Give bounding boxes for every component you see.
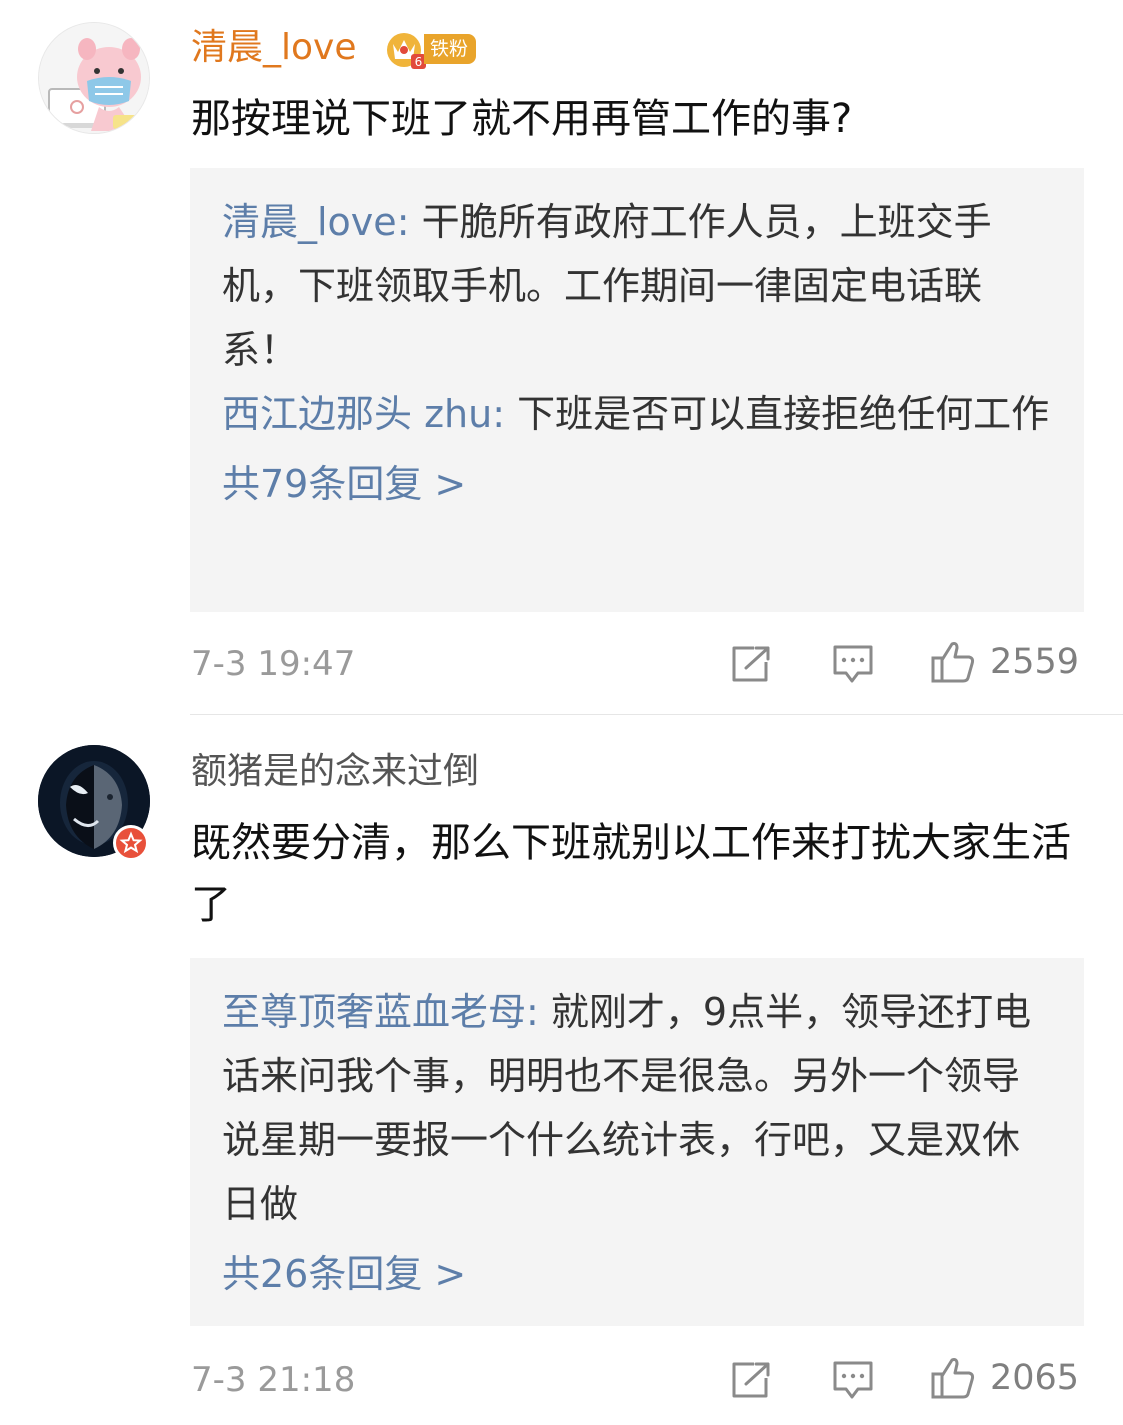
share-button[interactable] [730, 1358, 774, 1402]
share-icon [732, 1362, 770, 1398]
reply-username[interactable]: 至尊顶奢蓝血老母 [222, 990, 526, 1034]
reply-username[interactable]: 西江边那头 zhu [222, 392, 492, 436]
verified-badge [113, 825, 149, 861]
fan-badge-label: 铁粉 [424, 34, 477, 64]
fan-badge[interactable]: 6 铁粉 [384, 28, 477, 70]
crown-icon: 6 [387, 33, 426, 69]
thumbs-up-icon [931, 1358, 975, 1399]
reply-box[interactable]: 清晨_love: 干脆所有政府工作人员，上班交手机，下班领取手机。工作期间一律固… [190, 168, 1084, 612]
timestamp: 7-3 19:47 [191, 644, 356, 684]
like-button[interactable]: 2065 [930, 1356, 1079, 1400]
more-replies-link[interactable]: 共26条回复 > [222, 1242, 1052, 1306]
thumbs-up-icon [931, 642, 975, 683]
badge-level: 6 [415, 55, 423, 69]
share-icon [732, 646, 770, 682]
username[interactable]: 额猪是的念来过倒 [191, 750, 479, 794]
reply-item[interactable]: 清晨_love: 干脆所有政府工作人员，上班交手机，下班领取手机。工作期间一律固… [222, 190, 1052, 382]
like-button[interactable]: 2559 [930, 640, 1079, 684]
reply-separator: : [526, 990, 551, 1034]
comment-text: 既然要分清，那么下班就别以工作来打扰大家生活了 [191, 820, 1071, 928]
comment-text: 那按理说下班了就不用再管工作的事? [191, 96, 853, 142]
comment-icon [833, 645, 873, 683]
more-replies-link[interactable]: 共79条回复 > [222, 452, 1052, 516]
comment-button[interactable] [832, 642, 874, 686]
username[interactable]: 清晨_love [191, 26, 356, 70]
comment-icon [833, 1361, 873, 1399]
reply-item[interactable]: 西江边那头 zhu: 下班是否可以直接拒绝任何工作 [222, 382, 1052, 446]
share-button[interactable] [730, 642, 774, 686]
like-count: 2559 [990, 642, 1080, 682]
reply-separator: : [396, 200, 422, 244]
pig-avatar-image [39, 23, 149, 133]
reply-box[interactable]: 至尊顶奢蓝血老母: 就刚才，9点半，领导还打电话来问我个事，明明也不是很急。另外… [190, 958, 1084, 1326]
reply-username[interactable]: 清晨_love [222, 200, 397, 244]
comment-button[interactable] [832, 1358, 874, 1402]
timestamp: 7-3 21:18 [191, 1360, 356, 1400]
avatar[interactable] [38, 22, 150, 134]
reply-item[interactable]: 至尊顶奢蓝血老母: 就刚才，9点半，领导还打电话来问我个事，明明也不是很急。另外… [222, 980, 1052, 1236]
reply-separator: : [492, 392, 518, 436]
comment-divider [190, 714, 1123, 715]
like-count: 2065 [990, 1358, 1080, 1398]
reply-text: 下班是否可以直接拒绝任何工作 [517, 392, 1050, 436]
star-icon [119, 831, 143, 854]
